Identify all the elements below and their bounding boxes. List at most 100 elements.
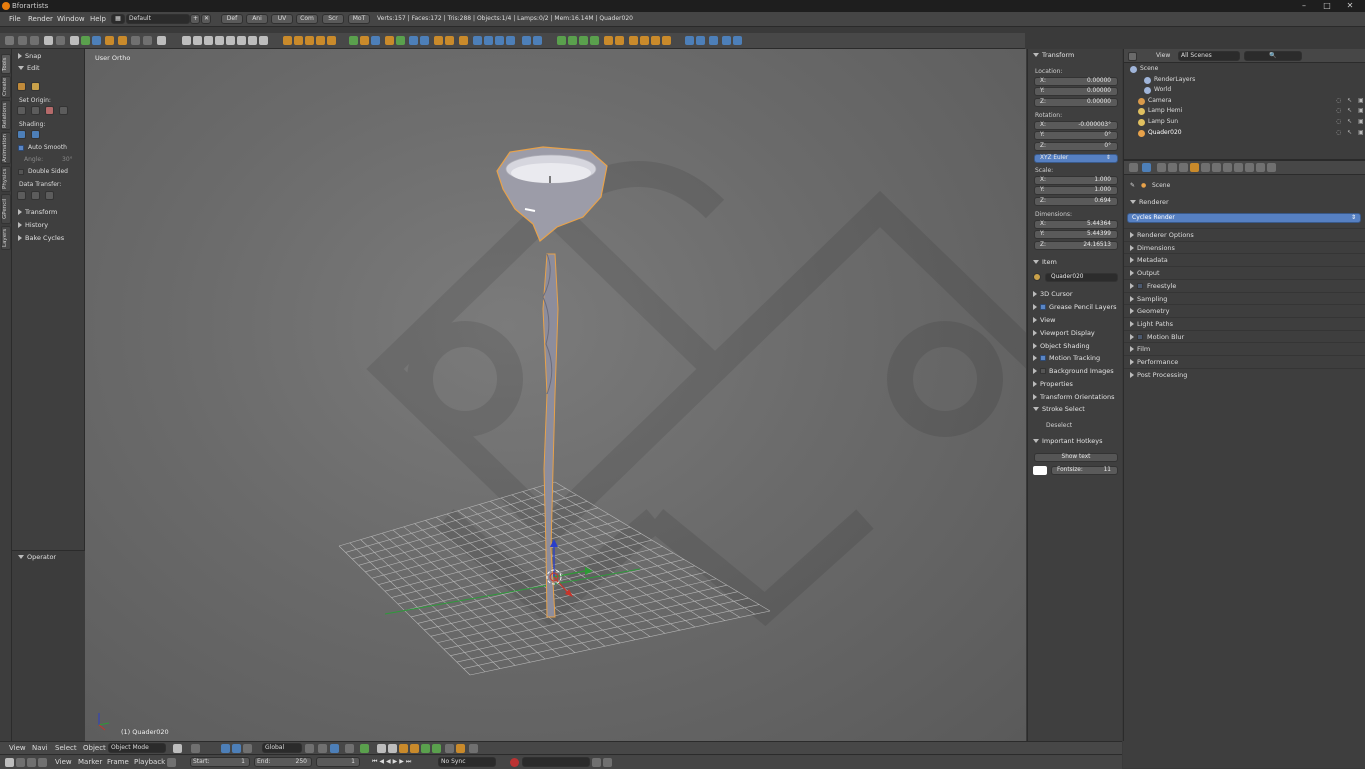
layer-4-icon[interactable]	[722, 36, 731, 45]
view-top-icon[interactable]	[327, 36, 336, 45]
transform-header[interactable]: Transform	[1033, 51, 1074, 59]
constraints-tab-icon[interactable]	[1201, 163, 1210, 172]
render-section-performance[interactable]: Performance	[1130, 358, 1178, 366]
proportional-edit-icon[interactable]	[318, 744, 327, 753]
undo-icon[interactable]	[92, 36, 101, 45]
outliner-select-toggle-icon[interactable]: ↖	[1347, 118, 1352, 125]
menu-window[interactable]: Window	[57, 15, 85, 23]
paste-icon[interactable]	[81, 36, 90, 45]
start-frame-field[interactable]: Start: 1	[190, 757, 250, 767]
view-front-icon[interactable]	[283, 36, 292, 45]
remove-layout-button[interactable]: ✕	[201, 14, 211, 24]
add-layout-button[interactable]: +	[190, 14, 200, 24]
tab-relations[interactable]: Relations	[1, 100, 11, 130]
shading-rendered-icon[interactable]	[215, 36, 224, 45]
end-frame-field[interactable]: End: 250	[254, 757, 312, 767]
current-frame-field[interactable]: 1	[316, 757, 360, 767]
world-tab-icon[interactable]	[1179, 163, 1188, 172]
render-section-output[interactable]: Output	[1130, 269, 1160, 277]
viewport-extra-icon[interactable]	[469, 744, 478, 753]
outliner-item-world[interactable]: World	[1154, 86, 1171, 93]
workspace-tab-def[interactable]: Def	[221, 14, 243, 24]
close-icon[interactable]: ✕	[1343, 1, 1357, 10]
data-transfer-mesh-icon[interactable]	[45, 191, 54, 200]
panel-bake-cycles[interactable]: Bake Cycles	[18, 234, 64, 242]
panel-history[interactable]: History	[18, 221, 48, 229]
auto-smooth-checkbox[interactable]	[18, 145, 24, 151]
render-engine-select[interactable]: Cycles Render ⇕	[1127, 213, 1361, 223]
editor-type-icon[interactable]	[1129, 163, 1138, 172]
record-icon[interactable]	[510, 758, 519, 767]
workspace-tab-uv[interactable]: UV	[271, 14, 293, 24]
layers-tab-icon[interactable]	[1157, 163, 1166, 172]
rotation-mode-select[interactable]: XYZ Euler ⇕	[1034, 154, 1118, 163]
manipulator-rotate-icon[interactable]	[232, 744, 241, 753]
location-z-field[interactable]: Z: 0.00000	[1034, 98, 1118, 107]
render-section-freestyle[interactable]: Freestyle	[1130, 282, 1176, 290]
scene-tab-icon[interactable]	[1168, 163, 1177, 172]
material-tab-icon[interactable]	[1234, 163, 1243, 172]
shading-solid-icon[interactable]	[182, 36, 191, 45]
data-tab-icon[interactable]	[1223, 163, 1232, 172]
layer-icon[interactable]	[685, 36, 694, 45]
scale-x-field[interactable]: X: 1.000	[1034, 176, 1118, 185]
sync-select[interactable]: No Sync	[438, 757, 496, 767]
add-lattice-icon[interactable]	[420, 36, 429, 45]
snap-options-icon[interactable]	[345, 744, 354, 753]
layout-icon[interactable]: ▦	[111, 14, 125, 24]
3d-viewport[interactable]: User Ortho (1) Quader020	[85, 49, 1026, 741]
scale-y-field[interactable]: Y: 1.000	[1034, 186, 1118, 195]
history-icon[interactable]	[118, 36, 127, 45]
outliner-view-menu[interactable]: View	[1156, 52, 1170, 59]
manipulator-translate-icon[interactable]	[221, 744, 230, 753]
workspace-tab-scr[interactable]: Scr	[322, 14, 344, 24]
particles-tab-icon[interactable]	[1256, 163, 1265, 172]
timeline-view-menu[interactable]: View	[55, 758, 72, 766]
layer-1-icon[interactable]	[377, 744, 386, 753]
add-speaker-icon[interactable]	[445, 36, 454, 45]
fontsize-field[interactable]: Fontsize: 11	[1051, 466, 1118, 475]
outliner-item-scene[interactable]: Scene	[1140, 65, 1158, 72]
timeline-icon-3[interactable]	[27, 758, 36, 767]
workspace-tab-com[interactable]: Com	[296, 14, 318, 24]
snap-target-icon[interactable]	[330, 744, 339, 753]
orientation-select[interactable]: Global	[262, 743, 302, 753]
snap-element-icon[interactable]	[305, 744, 314, 753]
origin-option-2-icon[interactable]	[31, 106, 40, 115]
render-preview-icon[interactable]	[360, 744, 369, 753]
object-name-field[interactable]: Quader020	[1045, 273, 1118, 282]
add-group-icon[interactable]	[495, 36, 504, 45]
outliner-eye-toggle-icon[interactable]: ◌	[1336, 129, 1341, 136]
add-meta-icon[interactable]	[385, 36, 394, 45]
tab-tools[interactable]: Tools	[1, 54, 11, 74]
sidebar-section-stroke-select[interactable]: Stroke Select	[1033, 405, 1085, 413]
render-icon[interactable]	[131, 36, 140, 45]
double-sided-checkbox[interactable]	[18, 169, 24, 175]
pivot-icon[interactable]	[173, 744, 182, 753]
text-color-swatch[interactable]	[1033, 466, 1047, 475]
shading-texture-icon[interactable]	[226, 36, 235, 45]
add-text-icon[interactable]	[396, 36, 405, 45]
location-x-field[interactable]: X: 0.00000	[1034, 77, 1118, 86]
insert-keyframe-icon[interactable]	[592, 758, 601, 767]
data-transfer-icon[interactable]	[17, 191, 26, 200]
print-icon[interactable]	[56, 36, 65, 45]
view-back-icon[interactable]	[294, 36, 303, 45]
outliner-search-input[interactable]: 🔍	[1244, 51, 1302, 61]
renderer-header[interactable]: Renderer	[1130, 198, 1169, 206]
tab-layers[interactable]: Layers	[1, 226, 11, 250]
shading-material-icon[interactable]	[204, 36, 213, 45]
menu-help[interactable]: Help	[90, 15, 106, 23]
view-left-icon[interactable]	[305, 36, 314, 45]
sidebar-section-properties[interactable]: Properties	[1033, 380, 1073, 388]
panel-edit[interactable]: Edit	[18, 64, 40, 72]
rotation-x-field[interactable]: X: -0.000003°	[1034, 121, 1118, 130]
show-text-button[interactable]: Show text	[1034, 453, 1118, 462]
layer-4b-icon[interactable]	[410, 744, 419, 753]
outliner-item-renderlayers[interactable]: RenderLayers	[1154, 76, 1195, 83]
shading-wire-icon[interactable]	[193, 36, 202, 45]
constraint-icon[interactable]	[568, 36, 577, 45]
manipulator-scale-icon[interactable]	[243, 744, 252, 753]
sidebar-section-grease-pencil-layers[interactable]: Grease Pencil Layers	[1033, 303, 1117, 311]
add-surface-icon[interactable]	[371, 36, 380, 45]
